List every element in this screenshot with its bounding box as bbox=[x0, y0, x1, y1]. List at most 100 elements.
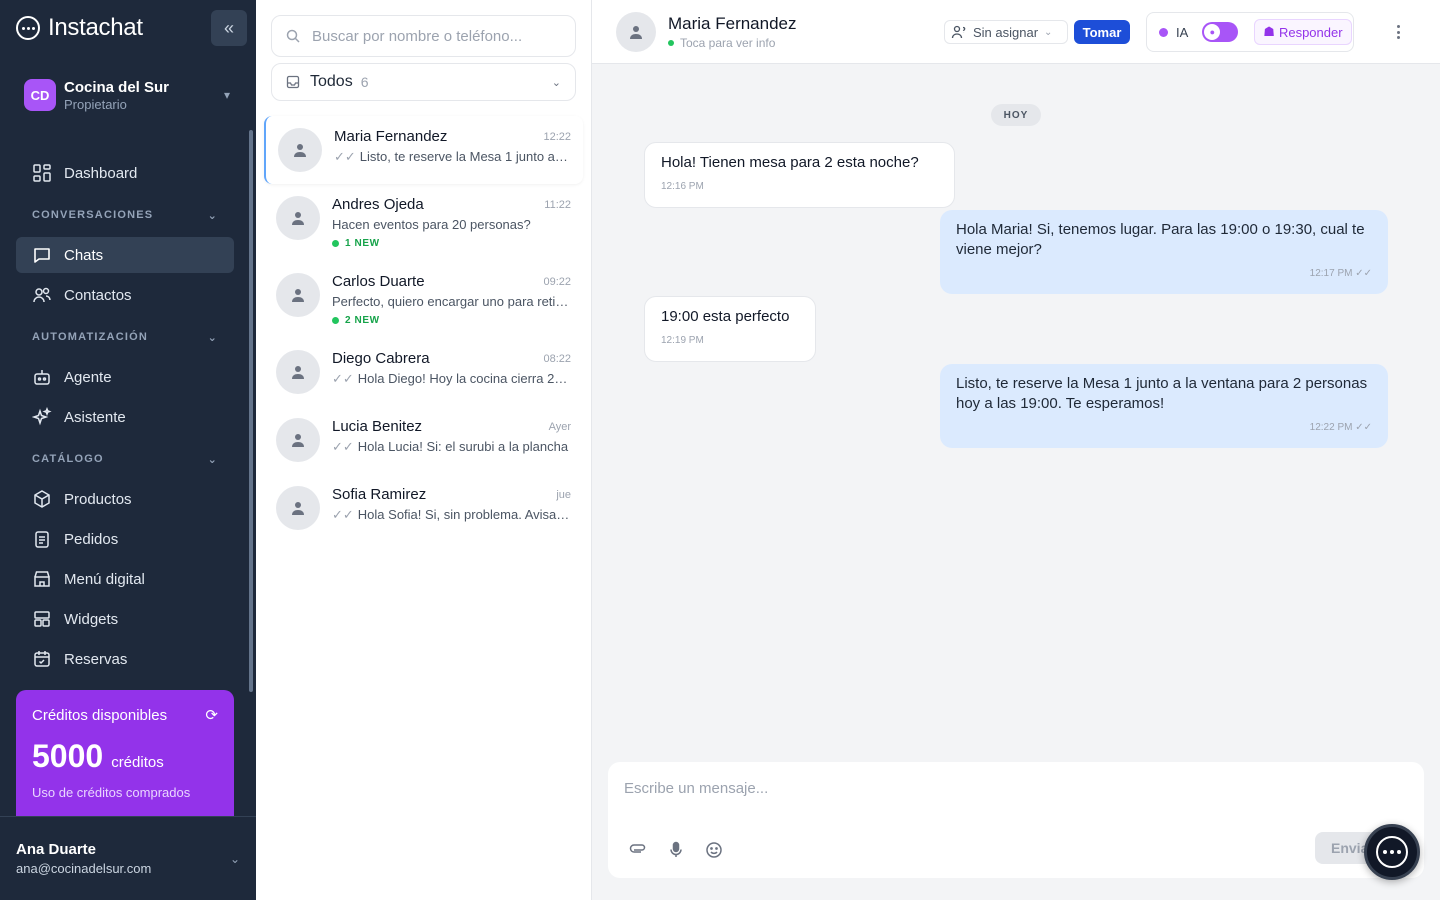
conversation-time: 09:22 bbox=[543, 275, 571, 288]
support-chat-button[interactable] bbox=[1364, 824, 1420, 880]
nav-pedidos[interactable]: Pedidos bbox=[16, 521, 234, 557]
clipboard-list-icon bbox=[35, 531, 49, 548]
nav-menu-digital-label: Menú digital bbox=[64, 570, 145, 588]
conversation-item[interactable]: Lucia Benitez Ayer ✓✓ Hola Lucia! Si: el … bbox=[264, 406, 583, 474]
contact-name[interactable]: Maria Fernandez bbox=[668, 14, 797, 34]
nav-menu-digital[interactable]: Menú digital bbox=[16, 561, 234, 597]
ia-label: IA bbox=[1176, 24, 1189, 40]
contact-avatar-icon[interactable] bbox=[616, 12, 656, 52]
business-role: Propietario bbox=[64, 96, 127, 112]
double-check-icon: ✓✓ bbox=[332, 371, 354, 386]
ia-toggle[interactable]: ● bbox=[1202, 22, 1239, 42]
message-square-icon bbox=[34, 248, 50, 263]
conversation-preview: Hola Sofia! Si, sin problema. Avisanos bbox=[357, 507, 571, 522]
chevron-down-icon: ⌄ bbox=[207, 209, 218, 222]
take-conversation-button[interactable]: Tomar bbox=[1074, 20, 1130, 44]
user-avatar-icon bbox=[276, 418, 320, 462]
nav-chats-label: Chats bbox=[64, 246, 104, 264]
message-incoming: Hola! Tienen mesa para 2 esta noche? 12:… bbox=[644, 142, 955, 208]
chat-header: Maria Fernandez Toca para ver info Sin a… bbox=[592, 0, 1440, 64]
users-icon bbox=[33, 287, 51, 303]
search-icon bbox=[286, 29, 300, 43]
nav-asistente[interactable]: Asistente bbox=[16, 399, 234, 435]
business-switcher[interactable]: CD Cocina del Sur Propietario ▾ bbox=[16, 72, 240, 118]
business-name: Cocina del Sur bbox=[64, 78, 170, 96]
robot-icon: ☗ bbox=[1263, 24, 1275, 39]
conversation-item[interactable]: Sofia Ramirez jue ✓✓ Hola Sofia! Si, sin … bbox=[264, 474, 583, 542]
message-outgoing: Hola Maria! Si, tenemos lugar. Para las … bbox=[940, 210, 1388, 294]
main-nav: Dashboard CONVERSACIONES ⌄ Chats Contact… bbox=[16, 155, 234, 681]
nav-reservas[interactable]: Reservas bbox=[16, 641, 234, 677]
conversation-item[interactable]: Maria Fernandez 12:22 ✓✓ Listo, te reserv… bbox=[264, 116, 583, 184]
conversation-name: Andres Ojeda bbox=[332, 196, 424, 213]
nav-dashboard-label: Dashboard bbox=[64, 164, 138, 182]
nav-widgets-label: Widgets bbox=[64, 610, 119, 628]
nav-asistente-label: Asistente bbox=[64, 408, 126, 426]
nav-chats[interactable]: Chats bbox=[16, 237, 234, 273]
conversation-name: Carlos Duarte bbox=[332, 273, 425, 290]
double-chevron-left-icon: « bbox=[223, 17, 234, 38]
nav-agente[interactable]: Agente bbox=[16, 359, 234, 395]
message-outgoing: Listo, te reserve la Mesa 1 junto a la v… bbox=[940, 364, 1388, 448]
new-badge-label: 2 NEW bbox=[345, 315, 380, 326]
conversation-time: 11:22 bbox=[544, 198, 571, 211]
conversation-item[interactable]: Carlos Duarte 09:22 Perfecto, quiero enc… bbox=[264, 261, 583, 338]
contact-info-link[interactable]: Toca para ver info bbox=[668, 36, 775, 50]
nav-widgets[interactable]: Widgets bbox=[16, 601, 234, 637]
nav-agente-label: Agente bbox=[64, 368, 112, 386]
chevron-down-icon: ⌄ bbox=[207, 331, 218, 344]
user-question-icon bbox=[951, 25, 966, 39]
message-composer: Escribe un mensaje... Enviar bbox=[608, 762, 1424, 878]
message-text: Hola Maria! Si, tenemos lugar. Para las … bbox=[956, 221, 1365, 258]
conversation-item[interactable]: Andres Ojeda 11:22 Hacen eventos para 20… bbox=[264, 184, 583, 261]
credits-amount: 5000 bbox=[32, 738, 104, 774]
user-name: Ana Duarte bbox=[16, 841, 97, 858]
credits-unit: créditos bbox=[111, 754, 164, 771]
ai-respond-button[interactable]: ☗ Responder bbox=[1254, 19, 1352, 45]
section-catalogo[interactable]: CATÁLOGO ⌄ bbox=[16, 441, 234, 477]
emoji-icon[interactable] bbox=[704, 840, 724, 860]
section-conversaciones[interactable]: CONVERSACIONES ⌄ bbox=[16, 197, 234, 233]
collapse-sidebar-button[interactable]: « bbox=[211, 10, 247, 46]
nav-productos[interactable]: Productos bbox=[16, 481, 234, 517]
user-menu[interactable]: Ana Duarte ana@cocinadelsur.com ⌄ bbox=[0, 816, 256, 900]
credits-subtitle: Uso de créditos comprados bbox=[32, 785, 191, 800]
conversation-preview: Listo, te reserve la Mesa 1 junto a la v… bbox=[359, 149, 571, 164]
sidebar-scrollbar[interactable] bbox=[249, 130, 253, 692]
chevron-down-icon: ⌄ bbox=[207, 453, 218, 466]
search-input[interactable]: Buscar por nombre o teléfono... bbox=[271, 15, 576, 57]
nav-productos-label: Productos bbox=[64, 490, 132, 508]
filter-label: Todos bbox=[310, 73, 353, 90]
microphone-icon[interactable] bbox=[666, 840, 686, 860]
nav-dashboard[interactable]: Dashboard bbox=[16, 155, 234, 191]
message-time-label: 12:17 PM bbox=[1309, 268, 1353, 279]
double-check-icon: ✓✓ bbox=[332, 439, 354, 454]
new-badge-label: 1 NEW bbox=[345, 238, 380, 249]
user-avatar-icon bbox=[276, 196, 320, 240]
paperclip-icon[interactable] bbox=[628, 840, 648, 860]
conversation-name: Lucia Benitez bbox=[332, 418, 423, 435]
conversation-list-panel: Buscar por nombre o teléfono... Todos 6 … bbox=[256, 0, 592, 900]
double-check-icon: ✓✓ bbox=[1355, 422, 1372, 433]
section-catalogo-label: CATÁLOGO bbox=[32, 453, 104, 465]
message-time: 12:17 PM ✓✓ bbox=[956, 264, 1372, 284]
refresh-icon[interactable]: ⟳ bbox=[205, 706, 218, 724]
double-check-icon: ✓✓ bbox=[334, 149, 356, 164]
user-avatar-icon bbox=[278, 128, 322, 172]
more-options-icon[interactable] bbox=[1392, 22, 1404, 42]
conversation-item[interactable]: Diego Cabrera 08:22 ✓✓ Hola Diego! Hoy la… bbox=[264, 338, 583, 406]
conversation-preview: Hola Lucia! Si: el surubi a la plancha bbox=[357, 439, 569, 454]
filter-select[interactable]: Todos 6 ⌄ bbox=[271, 63, 576, 101]
brand[interactable]: Instachat bbox=[16, 12, 143, 44]
brand-name: Instachat bbox=[48, 14, 143, 41]
assign-dropdown[interactable]: Sin asignar ⌄ bbox=[944, 20, 1068, 44]
message-time: 12:22 PM ✓✓ bbox=[956, 418, 1372, 438]
chevron-down-icon: ⌄ bbox=[551, 76, 561, 89]
user-email: ana@cocinadelsur.com bbox=[16, 861, 152, 876]
section-automatizacion[interactable]: AUTOMATIZACIÓN ⌄ bbox=[16, 319, 234, 355]
ia-status-dot-icon bbox=[1159, 27, 1168, 37]
message-text: Hola! Tienen mesa para 2 esta noche? bbox=[661, 154, 919, 171]
nav-contactos[interactable]: Contactos bbox=[16, 277, 234, 313]
message-input[interactable]: Escribe un mensaje... bbox=[624, 780, 768, 797]
layout-icon bbox=[34, 611, 50, 627]
